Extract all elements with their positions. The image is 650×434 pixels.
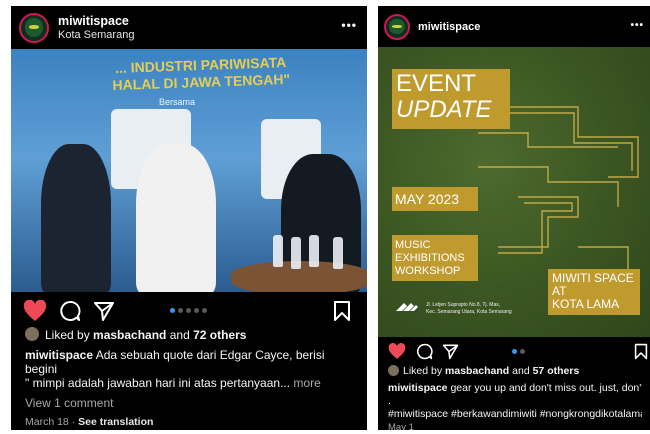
person-figure bbox=[136, 144, 216, 292]
caption-more-link[interactable]: more bbox=[293, 376, 320, 390]
heart-icon[interactable] bbox=[23, 300, 47, 322]
see-translation-link[interactable]: See translation bbox=[78, 416, 153, 428]
likes-row[interactable]: Liked by masbachand and 72 others bbox=[25, 327, 359, 342]
avatar[interactable] bbox=[19, 12, 49, 43]
caption: miwitispace Ada sebuah quote dari Edgar … bbox=[25, 348, 325, 390]
instagram-post-left: miwitispace Kota Semarang ••• ... INDUST… bbox=[11, 6, 367, 430]
address-text: Jl. Letjen Suprapto No.8, Tj. Mas, Kec. … bbox=[426, 302, 512, 315]
water-bottle bbox=[309, 235, 319, 267]
location[interactable]: Kota Semarang bbox=[58, 28, 134, 42]
brand-logo-icon bbox=[396, 303, 418, 311]
post-photo[interactable]: ... INDUSTRI PARIWISATA HALAL DI JAWA TE… bbox=[11, 49, 367, 292]
carousel-indicator bbox=[512, 349, 525, 354]
avatar[interactable] bbox=[384, 13, 410, 40]
post-meta-row: March 18 · See translation bbox=[25, 416, 154, 428]
carousel-indicator bbox=[170, 308, 207, 313]
action-bar bbox=[378, 337, 650, 367]
share-icon[interactable] bbox=[93, 300, 115, 322]
water-bottle bbox=[273, 235, 283, 267]
likes-row[interactable]: Liked by masbachand and 57 others bbox=[388, 365, 642, 377]
carousel-dot bbox=[170, 308, 175, 313]
more-options-button[interactable]: ••• bbox=[341, 18, 357, 32]
water-bottle bbox=[291, 237, 301, 269]
carousel-dot bbox=[520, 349, 525, 354]
person-figure bbox=[41, 144, 111, 292]
carousel-dot bbox=[202, 308, 207, 313]
activities-block: MUSIC EXHIBITIONS WORKSHOP bbox=[392, 235, 478, 281]
bookmark-icon[interactable] bbox=[634, 343, 648, 360]
post-date: May 1 bbox=[388, 422, 414, 430]
post-date: March 18 bbox=[25, 416, 69, 428]
venue-block: MIWITI SPACE AT KOTA LAMA bbox=[548, 269, 640, 315]
comment-icon[interactable] bbox=[416, 343, 433, 360]
instagram-post-right: miwitispace ••• EVENT UPDATE MAY 2023 MU… bbox=[378, 6, 650, 430]
caption: miwitispace gear you up and don't miss o… bbox=[388, 382, 642, 420]
liker-avatar bbox=[388, 365, 399, 376]
view-comments-link[interactable]: View 1 comment bbox=[25, 396, 359, 410]
caption-username[interactable]: miwitispace bbox=[388, 382, 448, 394]
month-block: MAY 2023 bbox=[392, 187, 478, 211]
photo-banner-subtitle: Bersama bbox=[159, 97, 196, 107]
username[interactable]: miwitispace bbox=[418, 21, 480, 33]
liker-avatar bbox=[25, 327, 39, 341]
photo-banner-text: ... INDUSTRI PARIWISATA HALAL DI JAWA TE… bbox=[112, 54, 291, 94]
more-options-button[interactable]: ••• bbox=[630, 20, 644, 31]
share-icon[interactable] bbox=[442, 343, 459, 360]
bookmark-icon[interactable] bbox=[333, 300, 351, 322]
carousel-dot bbox=[194, 308, 199, 313]
heart-icon[interactable] bbox=[388, 343, 406, 360]
caption-username[interactable]: miwitispace bbox=[25, 348, 93, 362]
username[interactable]: miwitispace bbox=[58, 14, 134, 28]
comment-icon[interactable] bbox=[59, 300, 81, 322]
action-bar bbox=[11, 292, 367, 330]
post-header: miwitispace ••• bbox=[378, 6, 650, 47]
carousel-dot bbox=[512, 349, 517, 354]
post-photo[interactable]: EVENT UPDATE MAY 2023 MUSIC EXHIBITIONS … bbox=[378, 47, 650, 337]
post-header: miwitispace Kota Semarang ••• bbox=[11, 6, 367, 49]
event-update-block: EVENT UPDATE bbox=[392, 69, 510, 129]
water-bottle bbox=[333, 237, 343, 269]
carousel-dot bbox=[178, 308, 183, 313]
carousel-dot bbox=[186, 308, 191, 313]
